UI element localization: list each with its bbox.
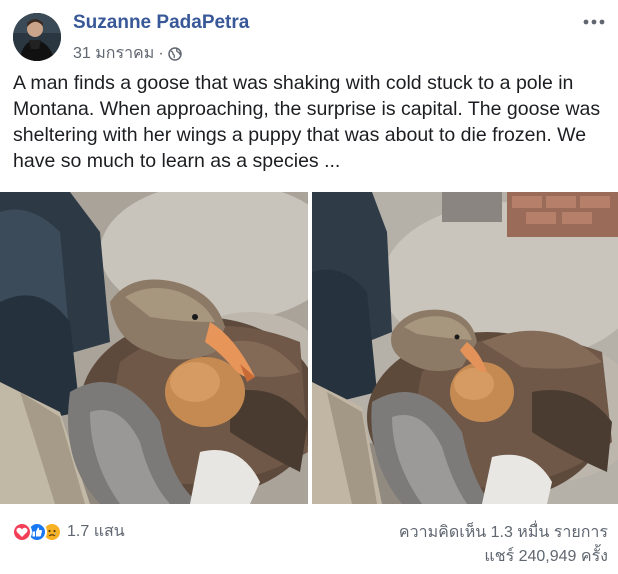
comment-count[interactable]: ความคิดเห็น 1.3 หมื่น รายการ bbox=[399, 520, 608, 545]
facebook-post: Suzanne PadaPetra 31 มกราคม · A man find… bbox=[0, 0, 618, 574]
post-photo-left[interactable] bbox=[0, 192, 308, 504]
post-date[interactable]: 31 มกราคม bbox=[73, 41, 154, 66]
post-photo-right[interactable] bbox=[312, 192, 618, 504]
post-message: A man finds a goose that was shaking wit… bbox=[13, 72, 601, 172]
love-icon bbox=[12, 521, 32, 542]
reaction-count[interactable]: 1.7 แสน bbox=[67, 519, 125, 544]
post-meta: 31 มกราคม · bbox=[73, 41, 182, 66]
meta-separator: · bbox=[158, 44, 164, 62]
avatar[interactable] bbox=[13, 13, 61, 61]
author-name[interactable]: Suzanne PadaPetra bbox=[73, 12, 249, 34]
reaction-summary[interactable]: 1.7 แสน bbox=[12, 519, 125, 544]
more-dots-icon[interactable] bbox=[580, 8, 608, 32]
share-count[interactable]: แชร์ 240,949 ครั้ง bbox=[484, 544, 608, 569]
globe-icon[interactable] bbox=[167, 46, 182, 61]
